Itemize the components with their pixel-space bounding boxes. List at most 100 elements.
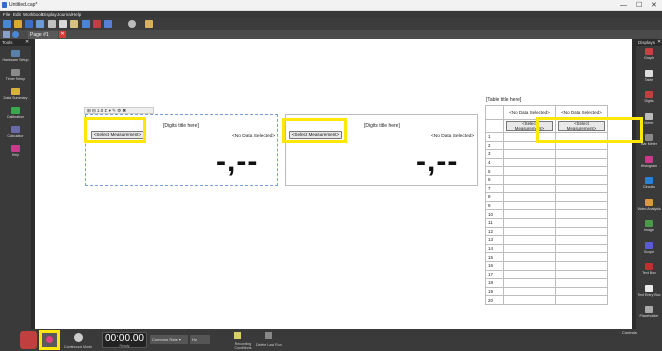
table-cell[interactable] <box>503 226 556 237</box>
redo-icon[interactable] <box>93 20 101 28</box>
minimize-button[interactable]: — <box>620 1 627 10</box>
table-cell[interactable] <box>503 209 556 219</box>
table-cell[interactable] <box>503 157 556 168</box>
menu-edit[interactable]: Edit <box>13 12 21 17</box>
recording-conditions-icon[interactable] <box>234 332 241 339</box>
menu-workbook[interactable]: Workbook <box>23 12 43 17</box>
common-rate-dropdown[interactable]: Common Rate ▾ <box>150 335 188 344</box>
tool-data-summary[interactable]: Data Summary <box>0 87 31 105</box>
record-icon[interactable] <box>46 336 53 343</box>
settings-icon[interactable] <box>128 20 136 28</box>
digits-title-2[interactable]: [Digits title here] <box>364 123 400 129</box>
table-cell[interactable] <box>555 278 608 288</box>
table-cell[interactable] <box>555 243 608 254</box>
delete-run-label[interactable]: Delete Last Run <box>256 343 282 347</box>
copy-icon[interactable] <box>59 20 67 28</box>
display-text-box[interactable]: Text Box <box>636 263 662 277</box>
rate-value[interactable]: Hz <box>190 335 210 344</box>
table-row[interactable]: 14 <box>485 243 608 254</box>
digits-title-1[interactable]: [Digits title here] <box>163 123 199 129</box>
table-cell[interactable] <box>503 183 556 194</box>
close-button[interactable]: ✕ <box>651 1 657 10</box>
tools-close-icon[interactable]: ✕ <box>25 39 29 46</box>
table-cell[interactable] <box>503 217 556 228</box>
table-row[interactable]: 20 <box>485 295 608 305</box>
table-cell[interactable] <box>503 166 556 176</box>
table-cell[interactable] <box>503 149 556 159</box>
menu-journal[interactable]: Journal <box>57 12 72 17</box>
table-cell[interactable] <box>503 286 556 297</box>
table-cell[interactable] <box>555 286 608 297</box>
table-row[interactable]: 19 <box>485 286 608 297</box>
table-cell[interactable] <box>555 174 608 185</box>
table-row[interactable]: 7 <box>485 183 608 194</box>
table-title[interactable]: [Table title here] <box>486 97 521 103</box>
table-row[interactable]: 3 <box>485 149 608 159</box>
add-page-icon[interactable] <box>12 31 19 38</box>
table-cell[interactable] <box>503 295 556 305</box>
display-digits[interactable]: Digits <box>636 91 662 105</box>
table-row[interactable]: 5 <box>485 166 608 176</box>
table-cell[interactable] <box>555 252 608 262</box>
table-cell[interactable] <box>555 200 608 211</box>
table-cell[interactable] <box>555 295 608 305</box>
undo-icon[interactable] <box>82 20 90 28</box>
save-icon[interactable] <box>25 20 33 28</box>
table-row[interactable]: 18 <box>485 278 608 288</box>
display-table[interactable]: Table <box>636 69 662 84</box>
table-row[interactable]: 10 <box>485 209 608 219</box>
workbook-page[interactable]: ⊞ ⊟ 1.0 Σ ▾ ✎ ⚙ ✖ [Digits title here] <S… <box>35 39 643 329</box>
table-cell[interactable] <box>555 149 608 159</box>
table-row[interactable]: 16 <box>485 260 608 271</box>
mode-icon[interactable] <box>74 333 83 342</box>
display-placeholder[interactable]: Placeholder <box>636 306 662 320</box>
table-cell[interactable] <box>555 260 608 271</box>
table-cell[interactable] <box>503 235 556 245</box>
table-cell[interactable] <box>503 243 556 254</box>
display-text-entry[interactable]: Text Entry Box <box>636 284 662 299</box>
table-cell[interactable] <box>555 226 608 237</box>
table-cell[interactable] <box>555 269 608 280</box>
table-cell[interactable] <box>503 260 556 271</box>
new-file-icon[interactable] <box>3 20 11 28</box>
delete-run-icon[interactable] <box>265 332 272 339</box>
table-cell[interactable] <box>555 235 608 245</box>
table-row[interactable]: 6 <box>485 174 608 185</box>
tool-help[interactable]: Help <box>0 144 31 162</box>
tab-page-1[interactable]: Page #1 <box>28 31 58 39</box>
paste-icon[interactable] <box>70 20 78 28</box>
menu-file[interactable]: File <box>3 12 10 17</box>
table-cell[interactable] <box>503 269 556 280</box>
table-row[interactable]: 9 <box>485 200 608 211</box>
displays-close-icon[interactable]: ✕ <box>657 39 661 46</box>
menu-help[interactable]: Help <box>72 12 81 17</box>
table-row[interactable]: 11 <box>485 217 608 228</box>
tool-hardware[interactable]: Hardware Setup <box>0 49 31 67</box>
table-row[interactable]: 13 <box>485 235 608 245</box>
table-cell[interactable] <box>503 200 556 211</box>
table-cell[interactable] <box>503 174 556 185</box>
cut-icon[interactable] <box>48 20 56 28</box>
table-row[interactable]: 4 <box>485 157 608 168</box>
display-circuits[interactable]: Circuits <box>636 177 662 191</box>
table-row[interactable]: 12 <box>485 226 608 237</box>
table-cell[interactable] <box>555 192 608 202</box>
table-cell[interactable] <box>503 278 556 288</box>
recording-conditions-label[interactable]: Recording Conditions <box>228 342 258 350</box>
table-cell[interactable] <box>555 217 608 228</box>
menu-display[interactable]: Display <box>42 12 57 17</box>
table-cell[interactable] <box>503 252 556 262</box>
journal-icon[interactable] <box>145 20 153 28</box>
record-button[interactable] <box>20 331 37 349</box>
page-list-icon[interactable] <box>3 31 10 38</box>
display-video[interactable]: Video Analysis <box>636 198 662 213</box>
display-scope[interactable]: Scope <box>636 241 662 256</box>
open-folder-icon[interactable] <box>14 20 22 28</box>
tool-calibration[interactable]: Calibration <box>0 106 31 124</box>
print-icon[interactable] <box>36 20 44 28</box>
mode-label[interactable]: Continuous Mode <box>64 345 92 349</box>
table-row[interactable]: 15 <box>485 252 608 262</box>
display-histogram[interactable]: Histogram <box>636 155 662 170</box>
maximize-button[interactable]: ☐ <box>636 1 642 10</box>
digits-toolbar[interactable]: ⊞ ⊟ 1.0 Σ ▾ ✎ ⚙ ✖ <box>84 107 154 114</box>
